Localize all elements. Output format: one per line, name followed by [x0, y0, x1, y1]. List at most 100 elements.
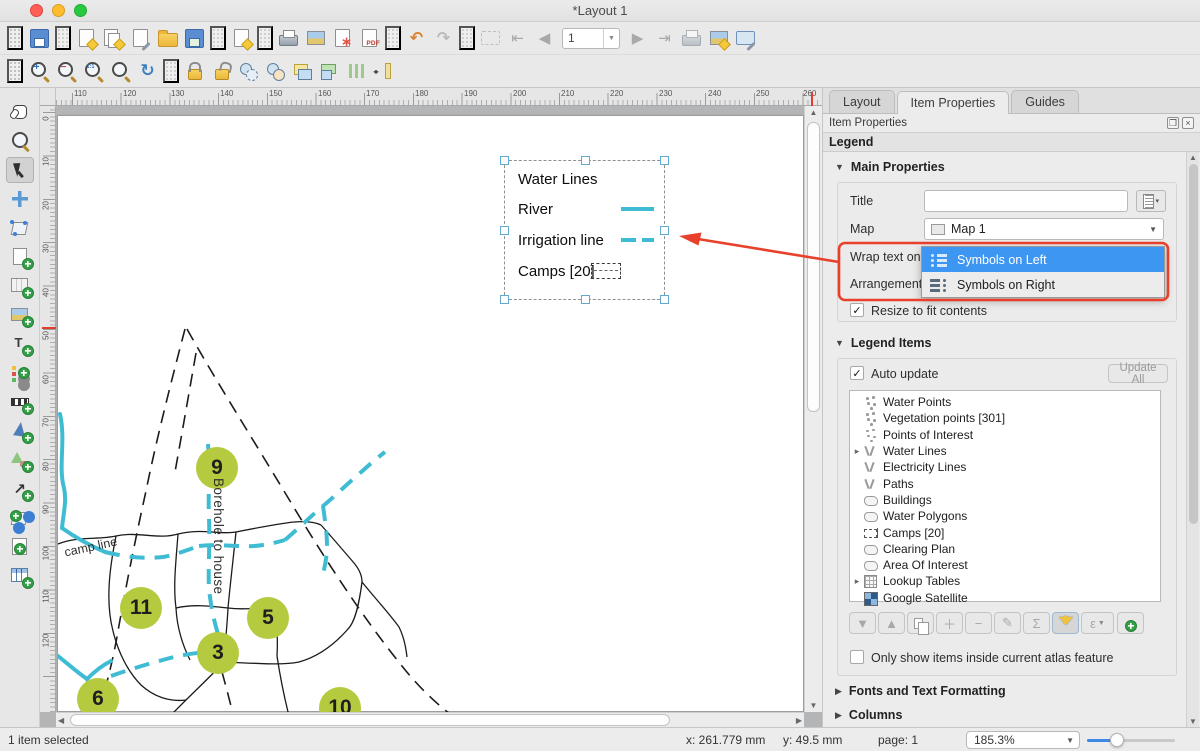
- tree-item-camps[interactable]: Camps [20]: [850, 524, 1160, 540]
- selection-handle[interactable]: [500, 226, 509, 235]
- atlas-last-feature-button[interactable]: ⇥: [651, 25, 678, 52]
- scroll-left-icon[interactable]: ◀: [58, 713, 64, 727]
- export-svg-button[interactable]: ∗: [329, 25, 356, 52]
- add-shape-button[interactable]: [6, 447, 34, 473]
- tree-item-water-points[interactable]: Water Points: [850, 394, 1160, 410]
- canvas-vertical-scrollbar[interactable]: ▲ ▼: [804, 106, 822, 712]
- maximize-window-button[interactable]: [74, 4, 87, 17]
- symbol-summary-button[interactable]: Σ: [1023, 612, 1050, 634]
- edit-nodes-item-button[interactable]: [6, 215, 34, 241]
- expression-builder-button[interactable]: ε: [1117, 612, 1144, 634]
- atlas-page-input[interactable]: [563, 30, 599, 46]
- tab-item-properties[interactable]: Item Properties: [897, 91, 1010, 114]
- section-main-properties[interactable]: ▼ Main Properties: [835, 160, 945, 174]
- print-atlas-button[interactable]: [678, 25, 705, 52]
- new-layout-button[interactable]: [73, 25, 100, 52]
- selection-handle[interactable]: [581, 295, 590, 304]
- export-pdf-button[interactable]: PDF: [356, 25, 383, 52]
- unlock-all-items-button[interactable]: [208, 58, 235, 85]
- minimize-window-button[interactable]: [52, 4, 65, 17]
- export-atlas-image-button[interactable]: [705, 25, 732, 52]
- group-items-button[interactable]: [235, 58, 262, 85]
- close-panel-icon[interactable]: ×: [1182, 117, 1194, 129]
- selection-handle[interactable]: [660, 156, 669, 165]
- option-symbols-on-right[interactable]: Symbols on Right: [922, 272, 1164, 297]
- vertical-scroll-thumb[interactable]: [807, 122, 820, 412]
- tree-item-points-of-interest[interactable]: Points of Interest: [850, 427, 1160, 443]
- filter-by-expression-button[interactable]: ε▼: [1081, 612, 1114, 634]
- selection-handle[interactable]: [660, 295, 669, 304]
- tree-item-vegetation-points[interactable]: Vegetation points [301]: [850, 410, 1160, 426]
- horizontal-scroll-thumb[interactable]: [70, 714, 670, 726]
- filter-legend-by-map-button[interactable]: [1052, 612, 1079, 634]
- add-picture-button[interactable]: [6, 302, 34, 328]
- duplicate-layout-button[interactable]: [100, 25, 127, 52]
- zoom-out-button[interactable]: −: [53, 58, 80, 85]
- add-scalebar-button[interactable]: [6, 389, 34, 415]
- save-button[interactable]: [26, 25, 53, 52]
- zoom-in-button[interactable]: +: [26, 58, 53, 85]
- add-north-arrow-button[interactable]: [6, 418, 34, 444]
- move-item-down-button[interactable]: ▼: [849, 612, 876, 634]
- select-move-item-button[interactable]: [6, 157, 34, 183]
- tree-item-clearing-plan[interactable]: Clearing Plan: [850, 541, 1160, 557]
- move-item-content-button[interactable]: [6, 186, 34, 212]
- remove-legend-item-button[interactable]: −: [965, 612, 992, 634]
- map-combobox[interactable]: Map 1 ▼: [924, 218, 1164, 240]
- refresh-view-button[interactable]: ↻: [134, 58, 161, 85]
- add-legend-item-button[interactable]: ＋: [936, 612, 963, 634]
- tab-layout[interactable]: Layout: [829, 90, 895, 113]
- tree-item-water-lines[interactable]: ▸ Water Lines: [850, 443, 1160, 459]
- save-as-button[interactable]: [181, 25, 208, 52]
- scroll-up-icon[interactable]: ▲: [1187, 153, 1199, 162]
- selection-handle[interactable]: [500, 156, 509, 165]
- add-map-button[interactable]: [6, 273, 34, 299]
- scroll-right-icon[interactable]: ▶: [796, 713, 802, 727]
- undo-button[interactable]: ↶: [403, 25, 430, 52]
- tree-item-google-satellite[interactable]: Google Satellite: [850, 590, 1160, 606]
- section-columns[interactable]: ▶ Columns: [835, 708, 902, 722]
- legend-item[interactable]: Water Lines River Irrigation line: [504, 160, 665, 300]
- add-label-button[interactable]: [6, 331, 34, 357]
- atlas-settings-button[interactable]: [732, 25, 759, 52]
- tree-item-electricity-lines[interactable]: Electricity Lines: [850, 459, 1160, 475]
- zoom-level-combobox[interactable]: 185.3% ▼: [966, 731, 1080, 749]
- atlas-next-feature-button[interactable]: ▶: [624, 25, 651, 52]
- atlas-previous-feature-button[interactable]: ◀: [531, 25, 558, 52]
- save-as-template-button[interactable]: [228, 25, 255, 52]
- zoom-actual-button[interactable]: 1:1: [80, 58, 107, 85]
- add-page-button[interactable]: [6, 244, 34, 270]
- scroll-down-icon[interactable]: ▼: [805, 701, 822, 710]
- panel-scroll-thumb[interactable]: [1189, 164, 1198, 524]
- scroll-up-icon[interactable]: ▲: [805, 108, 822, 117]
- panel-scrollbar[interactable]: ▲ ▼: [1186, 152, 1199, 727]
- selection-handle[interactable]: [500, 295, 509, 304]
- close-window-button[interactable]: [30, 4, 43, 17]
- float-panel-icon[interactable]: ❐: [1167, 117, 1179, 129]
- scroll-down-icon[interactable]: ▼: [1187, 717, 1199, 726]
- legend-title-input[interactable]: [924, 190, 1128, 212]
- zoom-slider-thumb[interactable]: [1110, 733, 1124, 747]
- pan-layout-button[interactable]: [6, 99, 34, 125]
- open-layout-button[interactable]: [154, 25, 181, 52]
- update-all-button[interactable]: Update All: [1108, 364, 1168, 383]
- expand-arrow-icon[interactable]: ▸: [850, 446, 862, 457]
- zoom-slider[interactable]: [1087, 739, 1175, 742]
- atlas-filter-checkbox[interactable]: [850, 650, 864, 664]
- resize-to-fit-checkbox[interactable]: [850, 303, 864, 317]
- tree-item-lookup-tables[interactable]: ▸ Lookup Tables: [850, 573, 1160, 589]
- option-symbols-on-left[interactable]: Symbols on Left: [922, 247, 1164, 272]
- add-arrow-button[interactable]: ↗: [6, 476, 34, 502]
- add-attribute-table-button[interactable]: [6, 563, 34, 589]
- chevron-down-icon[interactable]: ▼: [603, 29, 619, 48]
- atlas-first-feature-button[interactable]: ⇤: [504, 25, 531, 52]
- zoom-full-button[interactable]: [107, 58, 134, 85]
- section-legend-items[interactable]: ▼ Legend Items: [835, 336, 932, 350]
- edit-legend-item-button[interactable]: ✎: [994, 612, 1021, 634]
- add-group-button[interactable]: [907, 612, 934, 634]
- tree-item-buildings[interactable]: Buildings: [850, 492, 1160, 508]
- resize-items-button[interactable]: [370, 58, 397, 85]
- data-defined-override-button[interactable]: [1136, 190, 1166, 212]
- auto-update-checkbox[interactable]: [850, 366, 864, 380]
- tree-item-area-of-interest[interactable]: Area Of Interest: [850, 557, 1160, 573]
